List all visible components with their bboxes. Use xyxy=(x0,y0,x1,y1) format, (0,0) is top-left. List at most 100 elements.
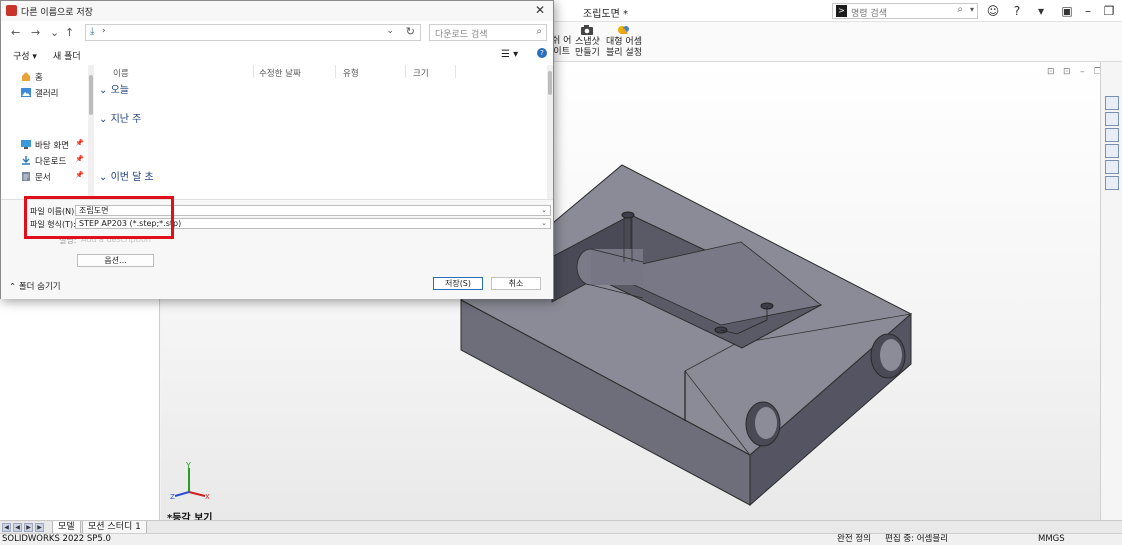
snapshot-button[interactable]: 스냅샷 만들기 xyxy=(575,24,600,59)
command-prompt-icon: > xyxy=(836,5,847,17)
nav-item-label: 문서 xyxy=(35,173,51,183)
column-type[interactable]: 유형 xyxy=(343,67,359,79)
units-status[interactable]: MMGS xyxy=(1038,534,1065,545)
nav-item-label: 다운로드 xyxy=(35,157,67,167)
minimize-icon[interactable]: – xyxy=(1080,3,1096,19)
next-tab-icon[interactable]: ▶ xyxy=(24,523,33,532)
definition-status: 완전 정의 xyxy=(837,534,871,544)
command-search-box[interactable]: > 명령 검색 ⌕ ▾ xyxy=(832,3,978,19)
download-icon: ⤓ xyxy=(90,26,95,37)
navigation-bar: ← → ⌄ ↑ ⤓ › ⌄ ↻ 다운로드 검색 ⌕ xyxy=(1,21,553,45)
svg-text:Z: Z xyxy=(170,493,175,501)
file-explorer-icon[interactable] xyxy=(1105,128,1119,142)
hide-folders-button[interactable]: ⌃ 폴더 숨기기 xyxy=(9,280,61,292)
nav-item-label: 홈 xyxy=(35,73,43,83)
desktop-icon xyxy=(21,140,31,149)
cancel-button[interactable]: 취소 xyxy=(491,277,541,290)
search-icon[interactable]: ⌕ xyxy=(957,4,963,15)
group-label: 지난 주 xyxy=(110,114,142,125)
split-view-icon[interactable]: ⊡ xyxy=(1047,67,1055,77)
view-options-icon[interactable]: ☰ ▾ xyxy=(501,49,518,60)
scrollbar-thumb[interactable] xyxy=(548,71,552,95)
chevron-up-icon: ⌃ xyxy=(9,282,19,292)
minimize-icon[interactable]: – xyxy=(1080,67,1085,77)
gallery-icon xyxy=(21,88,31,97)
column-separator[interactable] xyxy=(253,65,254,78)
status-bar: SOLIDWORKS 2022 SP5.0 완전 정의 편집 중: 어셈블리 M… xyxy=(0,533,1122,545)
snapshot-label-1: 스냅샷 xyxy=(575,37,600,47)
first-tab-icon[interactable]: ◀ xyxy=(2,523,11,532)
document-icon xyxy=(22,172,30,181)
download-icon xyxy=(22,156,30,165)
address-bar[interactable]: ⤓ › ⌄ ↻ xyxy=(85,24,421,41)
scrollbar-thumb[interactable] xyxy=(89,75,93,115)
camera-icon xyxy=(581,25,594,35)
nav-item-label: 갤러리 xyxy=(35,89,59,99)
pin-icon[interactable]: 📌 xyxy=(75,139,84,147)
last-tab-icon[interactable]: ▶ xyxy=(35,523,44,532)
view-palette-icon[interactable] xyxy=(1105,144,1119,158)
save-button[interactable]: 저장(S) xyxy=(433,277,483,290)
group-earlier-this-month[interactable]: ⌄ 이번 달 초 xyxy=(99,168,154,183)
command-search-placeholder: 명령 검색 xyxy=(851,9,887,19)
column-separator[interactable] xyxy=(455,65,456,78)
appearances-icon[interactable] xyxy=(1105,160,1119,174)
large-assembly-label-2: 블리 설정 xyxy=(606,48,642,58)
organize-button[interactable]: 구성 ▾ xyxy=(13,49,37,62)
large-assembly-settings-button[interactable]: 대형 어셈 블리 설정 xyxy=(606,24,642,59)
restore-icon[interactable]: ❐ xyxy=(1101,3,1117,19)
up-arrow-icon[interactable]: ↑ xyxy=(65,26,74,39)
chevron-down-icon[interactable]: ▾ xyxy=(970,5,974,14)
options-button[interactable]: 옵션... xyxy=(77,254,154,267)
svg-text:X: X xyxy=(205,493,210,501)
refresh-icon[interactable]: ↻ xyxy=(406,25,415,38)
group-today[interactable]: ⌄ 오늘 xyxy=(99,81,129,96)
forward-icon[interactable]: → xyxy=(31,26,40,39)
file-list[interactable]: 이름 수정한 날짜 유형 크기 ⌄ 오늘 ⌄ 지난 주 ⌄ 이번 달 초 xyxy=(95,65,547,199)
chevron-down-icon[interactable]: ⌄ xyxy=(50,26,59,39)
column-name[interactable]: 이름 xyxy=(113,67,129,79)
search-input[interactable]: 다운로드 검색 ⌕ xyxy=(429,24,547,41)
address-chevron[interactable]: › xyxy=(102,26,106,36)
close-icon[interactable]: ✕ xyxy=(535,3,545,17)
chevron-down-icon[interactable]: ⌄ xyxy=(386,26,394,36)
split-view-icon[interactable]: ⊡ xyxy=(1063,67,1071,77)
editing-status: 편집 중: 어셈블리 xyxy=(885,534,949,544)
group-label: 이번 달 초 xyxy=(110,172,154,183)
save-as-dialog: 다른 이름으로 저장 ✕ ← → ⌄ ↑ ⤓ › ⌄ ↻ 다운로드 검색 ⌕ 구… xyxy=(0,0,554,299)
help-icon[interactable]: ? xyxy=(537,48,547,58)
dialog-title-bar[interactable]: 다른 이름으로 저장 ✕ xyxy=(1,1,553,21)
design-library-icon[interactable] xyxy=(1105,112,1119,126)
version-text: SOLIDWORKS 2022 SP5.0 xyxy=(2,534,111,544)
navigation-pane-scrollbar[interactable] xyxy=(88,65,94,199)
previous-tab-icon[interactable]: ◀ xyxy=(13,523,22,532)
home-icon xyxy=(22,72,30,81)
search-placeholder: 다운로드 검색 xyxy=(435,30,488,40)
new-folder-button[interactable]: 새 폴더 xyxy=(53,49,81,62)
chevron-down-icon[interactable]: ⌄ xyxy=(541,206,547,215)
column-modified[interactable]: 수정한 날짜 xyxy=(259,67,301,79)
file-list-scrollbar[interactable] xyxy=(547,65,553,199)
task-pane xyxy=(1100,62,1122,520)
help-icon[interactable]: ? xyxy=(1009,3,1025,19)
group-label: 오늘 xyxy=(110,85,129,96)
user-icon[interactable]: ☺ xyxy=(985,3,1001,19)
document-title: 조립도면 * xyxy=(583,9,628,20)
custom-properties-icon[interactable] xyxy=(1105,176,1119,190)
nav-item-label: 바탕 화면 xyxy=(35,141,69,151)
layout-icon[interactable]: ▣ xyxy=(1059,3,1075,19)
column-separator[interactable] xyxy=(335,65,336,78)
pin-icon[interactable]: 📌 xyxy=(75,155,84,163)
resources-home-icon[interactable] xyxy=(1105,96,1119,110)
column-separator[interactable] xyxy=(405,65,406,78)
ribbon-partial-button[interactable]: 쉬 어 이트 xyxy=(552,36,571,58)
search-icon[interactable]: ⌕ xyxy=(536,26,542,37)
back-icon[interactable]: ← xyxy=(11,26,20,39)
chevron-down-icon[interactable]: ⌄ xyxy=(541,219,547,228)
chevron-down-icon[interactable]: ▾ xyxy=(1033,3,1049,19)
chevron-down-icon: ⌄ xyxy=(99,172,111,183)
group-last-week[interactable]: ⌄ 지난 주 xyxy=(99,110,141,125)
pin-icon[interactable]: 📌 xyxy=(75,171,84,179)
column-size[interactable]: 크기 xyxy=(413,67,429,79)
chevron-down-icon: ⌄ xyxy=(99,114,111,125)
